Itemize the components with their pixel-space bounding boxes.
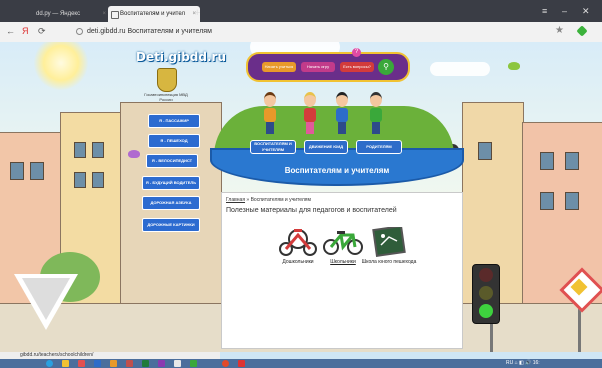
tab-active[interactable]: Воспитателям и учител × [108, 6, 200, 22]
breadcrumb: Главная » Воспитателям и учителям [226, 197, 311, 203]
system-tray: RU ⌂ ◧ 🔊 16: [506, 360, 540, 366]
teachers-button[interactable]: ВОСПИТАТЕЛЯМ И УЧИТЕЛЯМ [250, 140, 296, 154]
emblem-icon [157, 68, 177, 92]
window-illustration [10, 162, 24, 180]
question-icon: ? [352, 48, 361, 57]
breadcrumb-current: Воспитателям и учителям [250, 197, 311, 203]
explorer-icon[interactable] [62, 360, 69, 367]
banner-title: Воспитателям и учителям [284, 166, 390, 175]
yandex-button[interactable]: Я [22, 26, 29, 36]
chalkboard-icon [369, 225, 409, 257]
start-game-button[interactable]: Начать игру [301, 62, 335, 72]
yield-sign-inner [22, 278, 70, 320]
extension-icon[interactable] [576, 25, 588, 37]
side-menu-passenger[interactable]: Я - ПАССАЖИР [148, 114, 200, 128]
kid-illustration [334, 92, 350, 136]
window-illustration [30, 162, 44, 180]
questions-button[interactable]: Есть вопросы? [340, 62, 374, 72]
chrome-icon[interactable] [222, 360, 229, 367]
bird-illustration [508, 62, 520, 70]
bookmark-star-icon[interactable]: ★ [555, 25, 564, 36]
address-bar: ← Я ⟳ deti.gibdd.ru Воспитателям и учите… [0, 22, 602, 43]
excel-icon[interactable] [142, 360, 149, 367]
minimize-icon[interactable]: – [562, 6, 567, 16]
item-label: Школа юного пешехода [361, 259, 417, 265]
back-button[interactable]: ← [6, 26, 15, 36]
start-learning-button[interactable]: Начать учиться [262, 62, 296, 72]
word-icon[interactable] [94, 360, 101, 367]
app-icon[interactable] [174, 360, 181, 367]
close-window-icon[interactable]: ✕ [582, 6, 590, 17]
parents-button[interactable]: РОДИТЕЛЯМ [356, 140, 402, 154]
page-viewport: Deti.gibdd.ru Госавтоинспекция МВД Росси… [0, 42, 602, 352]
top-menu: Начать учиться Начать игру Есть вопросы?… [246, 48, 410, 82]
content-panel: Главная » Воспитателям и учителям Полезн… [221, 192, 463, 349]
window-illustration [478, 142, 492, 160]
breadcrumb-home-link[interactable]: Главная [226, 197, 245, 203]
reload-button[interactable]: ⟳ [38, 26, 46, 37]
window-illustration [565, 152, 579, 170]
sun-illustration [34, 42, 88, 90]
emblem-caption: Госавтоинспекция МВД России [144, 92, 188, 102]
young-pedestrian-school-link[interactable]: Школа юного пешехода [359, 225, 419, 265]
kid-illustration [302, 92, 318, 136]
cloud-illustration [430, 62, 490, 76]
taskbar: RU ⌂ ◧ 🔊 16: [0, 359, 602, 368]
ie-icon[interactable] [46, 360, 53, 367]
window-illustration [565, 192, 579, 210]
breadcrumb-separator: » [246, 197, 250, 203]
tab-yandex[interactable]: dd.ру — Яндекс × [30, 6, 110, 22]
side-menu-road-alphabet[interactable]: ДОРОЖНАЯ АЗБУКА [142, 196, 200, 210]
tricycle-icon [278, 227, 318, 257]
site-logo[interactable]: Deti.gibdd.ru [136, 50, 226, 64]
side-menu-future-driver[interactable]: Я - БУДУЩИЙ ВОДИТЕЛЬ [142, 176, 200, 190]
window-illustration [74, 172, 86, 188]
bicycle-icon [323, 227, 363, 257]
side-menu-pedestrian[interactable]: Я - ПЕШЕХОД [148, 134, 200, 148]
window-illustration [74, 142, 86, 158]
site-info-icon[interactable] [76, 27, 83, 35]
window-illustration [92, 142, 104, 158]
url-input[interactable]: deti.gibdd.ru Воспитателям и учителям [76, 25, 526, 38]
window-illustration [92, 172, 104, 188]
tab-label: Воспитателям и учител [120, 11, 186, 17]
menu-icon[interactable]: ≡ [542, 6, 547, 16]
page-icon [111, 11, 119, 19]
url-text: deti.gibdd.ru Воспитателям и учителям [87, 28, 212, 35]
powerpoint-icon[interactable] [126, 360, 133, 367]
tab-label: dd.ру — Яндекс [36, 11, 81, 17]
window-illustration [540, 152, 554, 170]
yandex-browser-icon[interactable] [238, 360, 245, 367]
yid-movement-button[interactable]: ДВИЖЕНИЕ ЮИД [304, 140, 348, 154]
traffic-light-illustration [472, 264, 500, 324]
kid-illustration [262, 92, 278, 136]
app-icon[interactable] [110, 360, 117, 367]
pole-illustration [490, 322, 493, 352]
bird-illustration [128, 150, 140, 158]
close-icon[interactable]: × [102, 6, 106, 22]
window-illustration [540, 192, 554, 210]
search-icon[interactable]: ⚲ [378, 59, 394, 75]
new-tab-button[interactable]: + [194, 6, 200, 20]
kid-illustration [368, 92, 384, 136]
browser-tab-bar: dd.ру — Яндекс × Воспитателям и учител ×… [0, 0, 602, 22]
side-menu-road-pictures[interactable]: ДОРОЖНЫЕ КАРТИНКИ [142, 218, 200, 232]
app-icon[interactable] [190, 360, 197, 367]
page-title: Полезные материалы для педагогов и воспи… [226, 207, 397, 214]
media-icon[interactable] [78, 360, 85, 367]
app-icon[interactable] [158, 360, 165, 367]
status-url: gibdd.ru/teachers/schoolchildren/ [0, 352, 220, 359]
side-menu-cyclist[interactable]: Я - ВЕЛОСИПЕДИСТ [146, 154, 198, 168]
